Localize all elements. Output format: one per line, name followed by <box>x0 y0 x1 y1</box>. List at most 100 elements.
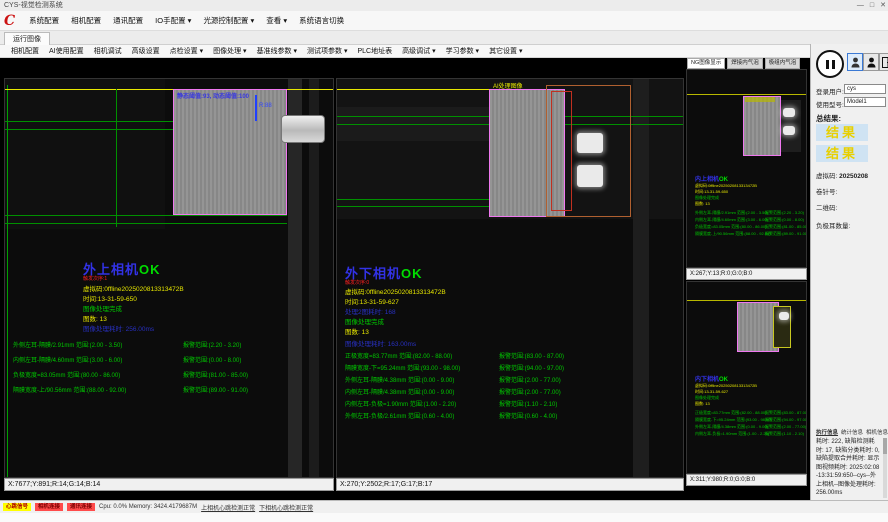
green-measure-line <box>5 121 173 122</box>
model-label: 使用型号: <box>816 99 844 109</box>
process-time-line: 图像处理耗时: 163.00ms <box>345 338 416 348</box>
bright-weld-spot <box>783 108 795 117</box>
camera-view-center[interactable]: AI处理图像 外下相机OK 触发次序:0 虚拟码:0ffline20250208… <box>336 78 684 478</box>
alarm-range-text: 报警范围:(2.00 - 77.00) <box>499 375 561 384</box>
tool-camera-config[interactable]: 相机配置 <box>6 46 44 56</box>
virtual-code-line: 虚拟码:0ffline2025020813313472B <box>83 283 184 293</box>
virtual-code-label: 虚拟码: 20250208 <box>816 170 868 180</box>
user-admin-button[interactable] <box>863 53 879 71</box>
measurement-text: 隔膜宽度-下=95.24mm 范围:(93.00 - 98.00) <box>345 363 460 372</box>
tool-ai-config[interactable]: AI使用配置 <box>44 46 89 56</box>
alarm-range-text: 报警范围:(94.00 - 97.00) <box>499 363 564 372</box>
minimize-icon[interactable]: — <box>857 0 864 11</box>
measurement-row: 负极宽度=83.05mm 范围:(80.00 - 86.00) 报警范围:(81… <box>5 370 333 380</box>
tab-run-image[interactable]: 运行图像 <box>4 32 50 46</box>
thumb-tab-ng-display[interactable]: NG图像显示 <box>687 58 725 69</box>
menu-view[interactable]: 查看 ▾ <box>260 15 293 26</box>
alarm-range-text: 报警范围:(89.00 - 91.00) <box>765 231 807 237</box>
alarm-range-text: 报警范围:(81.00 - 85.00) <box>183 370 248 379</box>
alarm-range-text: 报警范围:(83.00 - 87.00) <box>499 351 564 360</box>
user-dark-icon <box>867 57 876 68</box>
thumb-bottom-coord-readout: X:311;Y:980;R:0;G:0;B:0 <box>690 477 755 483</box>
measurement-text: 外侧左耳-隔膜/2.91mm 范围:(2.00 - 3.50) <box>695 210 768 216</box>
tool-advanced-debug[interactable]: 高级调试 ▾ <box>397 46 440 56</box>
alarm-range-text: 报警范围:(81.00 - 85.00) <box>765 224 807 230</box>
menu-language-switch[interactable]: 系统语言切换 <box>293 15 350 26</box>
window-bottom-edge <box>0 513 888 522</box>
machinery-shape <box>5 79 165 229</box>
measurement-text: 外侧左耳-隔膜/2.91mm 范围:(2.00 - 3.50) <box>13 340 122 349</box>
menu-io-config[interactable]: IO手配置 ▾ <box>149 15 197 26</box>
measurement-row: 隔膜宽度-下=95.24mm 范围:(93.00 - 98.00) 报警范围:(… <box>337 363 683 373</box>
window-controls: — □ ✕ <box>857 0 886 11</box>
pause-button[interactable] <box>816 50 844 78</box>
total-result-label: 总结果: <box>816 113 841 124</box>
close-icon[interactable]: ✕ <box>880 0 886 11</box>
tool-test-params[interactable]: 测试项参数 ▾ <box>302 46 352 56</box>
virtual-code-value: 20250208 <box>839 173 868 180</box>
exit-door-icon <box>882 57 888 68</box>
alarm-range-text: 报警范围:(89.00 - 91.00) <box>183 385 248 394</box>
tool-plc-address[interactable]: PLC地址表 <box>353 46 398 56</box>
camera-result-ok: OK <box>401 266 423 281</box>
measurement-text: 正极宽度=83.77mm 范围:(82.00 - 88.00) <box>695 410 766 416</box>
tool-learning-params[interactable]: 学习参数 ▾ <box>441 46 484 56</box>
alarm-range-text: 报警范围:(0.00 - 8.00) <box>183 355 241 364</box>
qr-code-label: 二维码: <box>816 202 837 212</box>
alarm-range-text: 报警范围:(0.60 - 4.00) <box>499 411 557 420</box>
alarm-range-text: 报警范围:(2.20 - 3.20) <box>765 210 804 216</box>
marker-label: R:88 <box>259 103 272 109</box>
info-tab-camera[interactable]: 相机信息 <box>866 428 888 436</box>
measurement-text: 外侧左耳-隔膜/4.38mm 范围:(0.00 - 9.00) <box>345 375 454 384</box>
measurement-row: 外侧左耳-隔膜/2.91mm 范围:(2.00 - 3.50) 报警范围:(2.… <box>5 340 333 350</box>
tool-image-processing[interactable]: 图像处理 ▾ <box>208 46 251 56</box>
tool-baseline-params[interactable]: 基准线参数 ▾ <box>252 46 302 56</box>
login-user-field[interactable]: cys <box>844 84 886 94</box>
tool-other-settings[interactable]: 其它设置 ▾ <box>484 46 527 56</box>
center-coord-readout: X:270;Y:2502;R:17;G:17;B:17 <box>340 481 432 488</box>
menu-comm-config[interactable]: 通讯配置 <box>107 15 149 26</box>
cam-up-heartbeat-status: 上相机心跳检测正常 <box>201 503 255 512</box>
menu-camera-config[interactable]: 相机配置 <box>65 15 107 26</box>
alarm-range-text: 报警范围:(1.10 - 2.10) <box>765 431 804 437</box>
camera-view-left[interactable]: 静态阈值:93, 动态阈值:100 R:88 外上相机OK 触发次序:1 虚拟码… <box>4 78 334 478</box>
info-scrollbar[interactable] <box>883 438 887 498</box>
threshold-label: 静态阈值:93, 动态阈值:100 <box>177 91 249 100</box>
alarm-range-text: 报警范围:(2.20 - 3.20) <box>183 340 241 349</box>
alarm-range-text: 报警范围:(94.00 - 97.00) <box>765 417 807 423</box>
measurement-row: 外侧左耳-负极/2.61mm 范围:(0.60 - 4.00) 报警范围:(0.… <box>337 411 683 421</box>
model-field[interactable]: Model1 <box>844 97 886 107</box>
measurement-text: 负极宽度=83.05mm 范围:(80.00 - 86.00) <box>13 370 120 379</box>
right-sidebar: 登录用户: cys 使用型号: Model1 总结果: 结果 结果 虚拟码: 2… <box>810 44 888 500</box>
maximize-icon[interactable]: □ <box>870 0 874 11</box>
tool-camera-debug[interactable]: 相机调试 <box>89 46 127 56</box>
menu-system-config[interactable]: 系统配置 <box>23 15 65 26</box>
menu-light-config[interactable]: 光源控制配置 ▾ <box>197 15 260 26</box>
virtual-code-caption: 虚拟码: <box>816 173 837 180</box>
center-coord-statusbar: X:270;Y:2502;R:17;G:17;B:17 <box>336 478 684 491</box>
alarm-range-text: 报警范围:(1.10 - 2.10) <box>499 399 557 408</box>
process-done-line: 图像处理完成 <box>345 316 384 326</box>
thumb-bottom-statusbar: X:311;Y:980;R:0;G:0;B:0 <box>686 474 807 486</box>
tool-advanced-settings[interactable]: 高级设置 <box>127 46 165 56</box>
thumb-tab-cell-bubble[interactable]: 极组内气泡 <box>765 58 801 69</box>
tool-spotcheck-settings[interactable]: 点检设置 ▾ <box>165 46 208 56</box>
roi-rect-magenta <box>743 96 781 156</box>
camera-thumb-top[interactable]: 内上相机OK 虚拟码:0ffline2025020813313472B 时间:1… <box>686 69 807 268</box>
menu-bar: C 系统配置 相机配置 通讯配置 IO手配置 ▾ 光源控制配置 ▾ 查看 ▾ 系… <box>0 11 888 31</box>
thumb-tab-weld-bubble[interactable]: 焊接内气泡 <box>727 58 763 69</box>
trigger-order-label: 触发次序:0 <box>345 279 369 286</box>
camera-connect-badge: 相机连接 <box>35 503 63 511</box>
info-log-text: 耗时: 222, 缺陷检测耗时: 17, 缺陷分类耗时: 0, 缺陷提取合并耗时… <box>816 438 880 498</box>
measurement-text: 内侧左耳-负极=1.90mm 范围:(1.00 - 2.20) <box>695 431 769 437</box>
info-tab-stats[interactable]: 统计信息 <box>841 428 863 436</box>
alarm-range-text: 报警范围:(83.00 - 87.00) <box>765 410 807 416</box>
frame-count-line: 图数: 13 <box>695 401 710 407</box>
green-guide-line <box>116 89 117 227</box>
green-guide-line <box>7 85 8 478</box>
user-login-button[interactable] <box>847 53 863 71</box>
camera-thumb-bottom[interactable]: 内下相机OK 虚拟码:0ffline2025020813313472B 时间:1… <box>686 281 807 474</box>
info-tab-exec[interactable]: 执行信息 <box>816 428 838 436</box>
exit-button[interactable] <box>879 53 888 71</box>
measurement-text: 内侧左耳-隔膜/4.38mm 范围:(0.00 - 9.00) <box>345 387 454 396</box>
